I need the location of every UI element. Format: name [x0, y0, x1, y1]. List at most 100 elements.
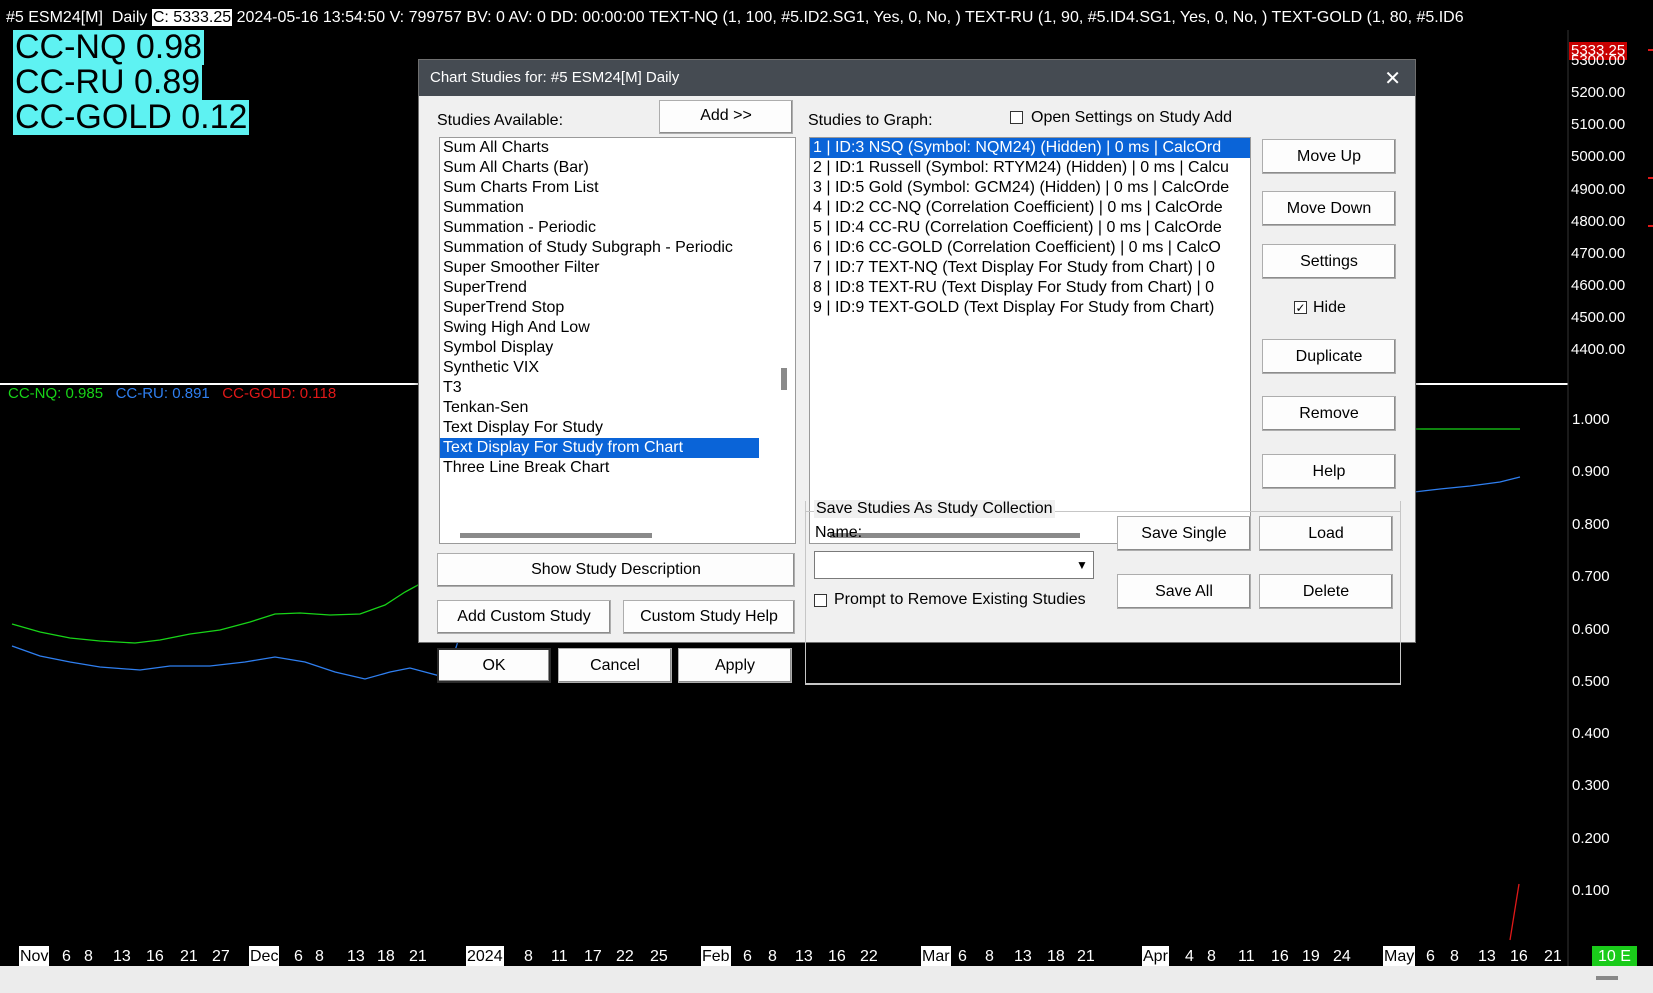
date-axis-day-label: 4 — [1185, 948, 1194, 965]
price-axis-label: 4800.00 — [1571, 213, 1626, 230]
date-axis-day-label: 13 — [347, 948, 365, 965]
move-down-button[interactable]: Move Down — [1262, 191, 1396, 226]
hide-checkbox[interactable]: ✓ — [1294, 301, 1307, 315]
date-axis-day-label: 16 — [1510, 948, 1528, 965]
date-axis-day-label: 22 — [616, 948, 634, 965]
bars-count-tag: 10 E — [1592, 946, 1637, 968]
study-to-graph-item[interactable]: 4 | ID:2 CC-NQ (Correlation Coefficient)… — [810, 198, 1250, 218]
load-button[interactable]: Load — [1259, 516, 1393, 551]
studies-to-graph-items: 1 | ID:3 NSQ (Symbol: NQM24) (Hidden) | … — [810, 138, 1250, 318]
status-bar-grip — [1596, 976, 1618, 980]
date-axis-day-label: 8 — [524, 948, 533, 965]
date-axis-day-label: 8 — [768, 948, 777, 965]
date-axis-day-label: 19 — [1302, 948, 1320, 965]
apply-button[interactable]: Apply — [678, 648, 792, 683]
study-available-item[interactable]: Text Display For Study from Chart — [440, 438, 759, 458]
help-button[interactable]: Help — [1262, 454, 1396, 489]
date-axis-day-label: 25 — [650, 948, 668, 965]
study-to-graph-item[interactable]: 3 | ID:5 Gold (Symbol: GCM24) (Hidden) |… — [810, 178, 1250, 198]
study-to-graph-item[interactable]: 2 | ID:1 Russell (Symbol: RTYM24) (Hidde… — [810, 158, 1250, 178]
study-available-item[interactable]: Sum Charts From List — [440, 178, 795, 198]
study-available-item[interactable]: Summation of Study Subgraph - Periodic — [440, 238, 795, 258]
close-value: C: 5333.25 — [151, 9, 233, 26]
study-available-item[interactable]: Super Smoother Filter — [440, 258, 795, 278]
date-axis-day-label: 16 — [828, 948, 846, 965]
legend-cc-gold: CC-GOLD: 0.118 — [222, 385, 337, 402]
date-axis-day-label: 8 — [1450, 948, 1459, 965]
studies-available-items: Sum All Charts Sum All Charts (Bar) Sum Ch… — [440, 138, 795, 478]
duplicate-button[interactable]: Duplicate — [1262, 339, 1396, 374]
date-axis-day-label: 17 — [584, 948, 602, 965]
remove-button[interactable]: Remove — [1262, 396, 1396, 431]
scroll-thumb[interactable] — [460, 533, 652, 538]
price-axis-label: 4400.00 — [1571, 341, 1626, 358]
study-to-graph-item[interactable]: 8 | ID:8 TEXT-RU (Text Display For Study… — [810, 278, 1250, 298]
date-axis-day-label: 21 — [409, 948, 427, 965]
open-settings-label: Open Settings on Study Add — [1031, 109, 1233, 126]
ok-button[interactable]: OK — [437, 648, 551, 683]
correlation-axis-label: 0.400 — [1572, 725, 1610, 742]
show-study-description-button[interactable]: Show Study Description — [437, 553, 795, 587]
study-available-item[interactable]: SuperTrend Stop — [440, 298, 795, 318]
study-to-graph-item[interactable]: 1 | ID:3 NSQ (Symbol: NQM24) (Hidden) | … — [810, 138, 1250, 158]
prompt-remove-checkbox[interactable] — [814, 594, 827, 607]
add-custom-study-button[interactable]: Add Custom Study — [437, 600, 611, 634]
date-axis-month-label: Feb — [701, 946, 731, 968]
add-study-button[interactable]: Add >> — [659, 100, 793, 134]
date-axis-day-label: 22 — [860, 948, 878, 965]
dialog-titlebar: Chart Studies for: #5 ESM24[M] Daily ✕ — [419, 60, 1415, 96]
study-to-graph-item[interactable]: 7 | ID:7 TEXT-NQ (Text Display For Study… — [810, 258, 1250, 278]
study-available-item[interactable]: Summation - Periodic — [440, 218, 795, 238]
study-to-graph-item[interactable]: 6 | ID:6 CC-GOLD (Correlation Coefficien… — [810, 238, 1250, 258]
studies-available-list[interactable]: Sum All Charts Sum All Charts (Bar) Sum Ch… — [439, 137, 796, 544]
close-icon[interactable]: ✕ — [1384, 66, 1401, 91]
study-available-item[interactable]: Text Display For Study — [440, 418, 795, 438]
date-axis-day-label: 6 — [62, 948, 71, 965]
studies-available-hscroll[interactable] — [440, 525, 775, 543]
date-axis-day-label: 6 — [1426, 948, 1435, 965]
cancel-button[interactable]: Cancel — [558, 648, 672, 683]
study-available-item[interactable]: Sum All Charts — [440, 138, 795, 158]
date-axis-month-label: Mar — [921, 946, 951, 968]
study-available-item[interactable]: Tenkan-Sen — [440, 398, 795, 418]
study-available-item[interactable]: Swing High And Low — [440, 318, 795, 338]
correlation-legend: CC-NQ: 0.985 CC-RU: 0.891 CC-GOLD: 0.118 — [8, 385, 336, 402]
price-axis-label: 5000.00 — [1571, 148, 1626, 165]
date-axis-day-label: 16 — [146, 948, 164, 965]
date-axis-day-label: 8 — [985, 948, 994, 965]
date-axis-month-label: Apr — [1142, 946, 1169, 968]
legend-cc-ru: CC-RU: 0.891 — [115, 385, 210, 402]
collection-name-combo[interactable]: ▼ — [814, 551, 1094, 579]
studies-available-vscroll[interactable] — [775, 138, 795, 523]
save-single-button[interactable]: Save Single — [1117, 516, 1251, 551]
open-settings-checkbox[interactable] — [1010, 111, 1023, 124]
date-axis-day-label: 21 — [180, 948, 198, 965]
date-axis-day-label: 13 — [113, 948, 131, 965]
study-available-item[interactable]: Synthetic VIX — [440, 358, 795, 378]
save-all-button[interactable]: Save All — [1117, 574, 1251, 609]
correlation-axis-label: 0.300 — [1572, 777, 1610, 794]
studies-to-graph-list[interactable]: 1 | ID:3 NSQ (Symbol: NQM24) (Hidden) | … — [809, 137, 1251, 544]
name-label: Name: — [815, 524, 863, 541]
correlation-axis-label: 0.700 — [1572, 568, 1610, 585]
settings-button[interactable]: Settings — [1262, 244, 1396, 279]
chevron-down-icon[interactable]: ▼ — [1073, 555, 1091, 575]
cc-gold-text: CC-GOLD 0.12 — [13, 98, 250, 136]
study-available-item[interactable]: T3 — [440, 378, 795, 398]
study-available-item[interactable]: Three Line Break Chart — [440, 458, 795, 478]
move-up-button[interactable]: Move Up — [1262, 139, 1396, 174]
date-axis-day-label: 13 — [1478, 948, 1496, 965]
price-axis-label: 4900.00 — [1571, 181, 1626, 198]
date-axis-month-label: Dec — [249, 946, 280, 968]
study-available-item[interactable]: Symbol Display — [440, 338, 795, 358]
study-to-graph-item[interactable]: 5 | ID:4 CC-RU (Correlation Coefficient)… — [810, 218, 1250, 238]
study-available-item[interactable]: SuperTrend — [440, 278, 795, 298]
custom-study-help-button[interactable]: Custom Study Help — [623, 600, 795, 634]
study-available-item[interactable]: Sum All Charts (Bar) — [440, 158, 795, 178]
delete-button[interactable]: Delete — [1259, 574, 1393, 609]
study-to-graph-item[interactable]: 9 | ID:9 TEXT-GOLD (Text Display For Stu… — [810, 298, 1250, 318]
scroll-thumb[interactable] — [781, 368, 787, 390]
date-axis-day-label: 24 — [1333, 948, 1351, 965]
study-available-item[interactable]: Summation — [440, 198, 795, 218]
correlation-axis-label: 0.800 — [1572, 516, 1610, 533]
